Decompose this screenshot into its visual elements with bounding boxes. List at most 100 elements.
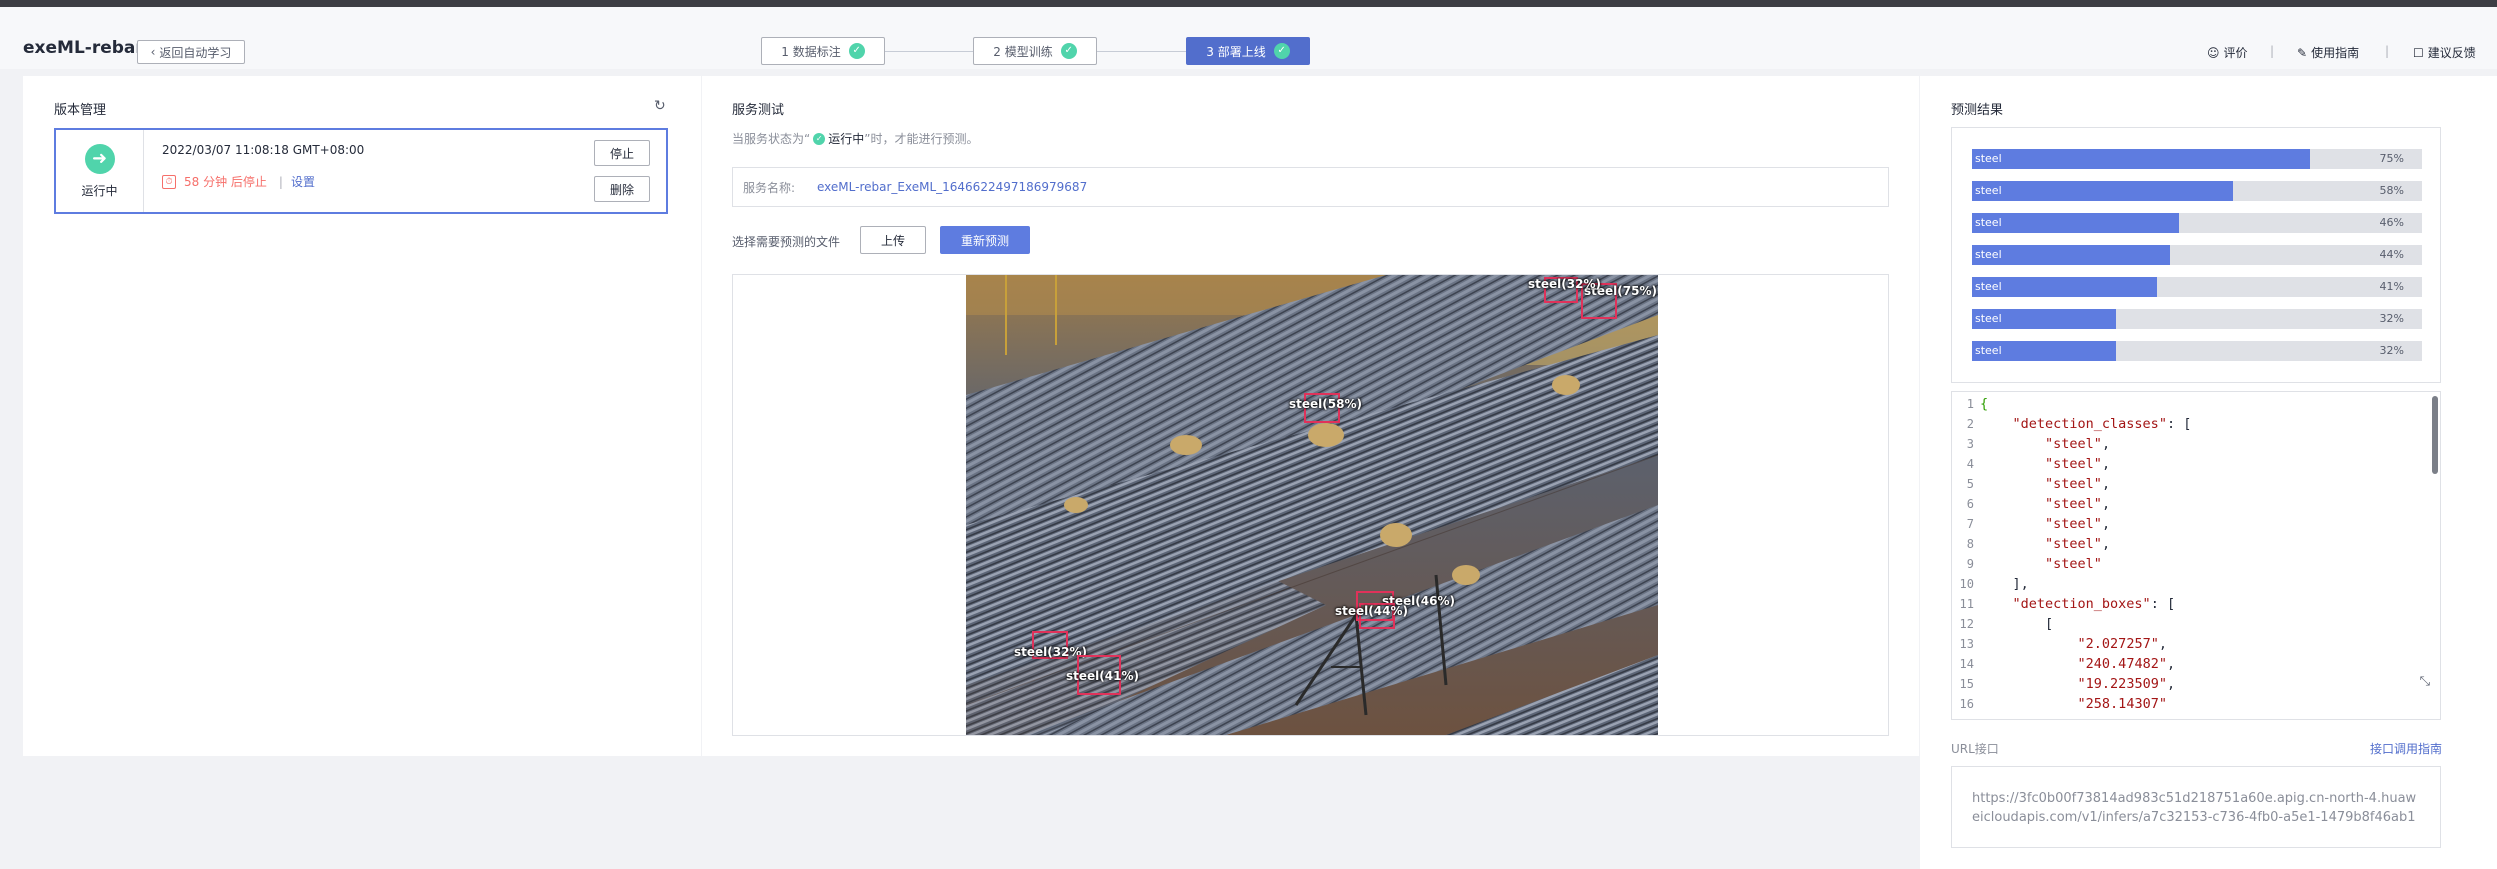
confidence-bars: steel 75% steel 58% steel 46% steel 44% … <box>1951 127 2441 383</box>
code-line: 10 ], <box>1952 576 2422 596</box>
stop-button[interactable]: 停止 <box>594 140 650 166</box>
detection-label: steel(58%) <box>1289 397 1362 411</box>
code-text: "2.027257", <box>2077 636 2167 652</box>
bar-class-label: steel <box>1975 312 2002 325</box>
check-circle-icon: ✓ <box>813 132 826 145</box>
detection-label: steel(41%) <box>1066 669 1139 683</box>
step-deploy[interactable]: 3 部署上线 ✓ <box>1186 37 1310 65</box>
code-line: 7 "steel", <box>1952 516 2422 536</box>
settings-link[interactable]: 设置 <box>291 173 315 190</box>
step-label: 3 部署上线 <box>1206 44 1266 59</box>
smile-icon: ☺ <box>2207 45 2220 60</box>
step-label: 2 模型训练 <box>993 44 1053 59</box>
bar-percent: 32% <box>2379 344 2404 357</box>
line-number: 3 <box>1966 437 1974 451</box>
code-text: ], <box>1980 576 2029 592</box>
code-text: "258.14307" <box>2077 696 2167 712</box>
results-panel-title: 预测结果 <box>1951 103 2004 118</box>
bar-percent: 75% <box>2379 152 2404 165</box>
predict-again-button[interactable]: 重新预测 <box>940 226 1030 254</box>
confidence-bar: steel 58% <box>1972 181 2422 201</box>
code-line: 1{ <box>1952 396 2422 416</box>
detection-label: steel(32%) <box>1528 277 1601 291</box>
code-line: 15 "19.223509", <box>1952 676 2422 696</box>
line-number: 4 <box>1966 457 1974 471</box>
check-circle-icon: ✓ <box>1273 43 1290 59</box>
app-title: exeML-rebar <box>23 38 144 58</box>
confidence-bar-fill <box>1972 149 2310 169</box>
feedback-icon: ☐ <box>2413 45 2424 60</box>
back-to-automl-button[interactable]: ‹ 返回自动学习 <box>137 40 245 64</box>
bar-class-label: steel <box>1975 216 2002 229</box>
bar-class-label: steel <box>1975 184 2002 197</box>
line-number: 2 <box>1966 417 1974 431</box>
confidence-bar: steel 32% <box>1972 341 2422 361</box>
confidence-bar-fill <box>1972 213 2179 233</box>
guide-link[interactable]: ✎ 使用指南 <box>2297 44 2359 61</box>
service-panel-title: 服务测试 <box>732 103 785 118</box>
delete-button[interactable]: 删除 <box>594 176 650 202</box>
version-panel-title: 版本管理 <box>54 103 107 118</box>
refresh-icon[interactable]: ↻ <box>654 98 666 114</box>
json-result-viewer[interactable]: 1{2 "detection_classes": [3 "steel", 4 "s… <box>1951 391 2441 720</box>
code-text: "steel" <box>2045 556 2102 572</box>
header-bar: exeML-rebar ‹ 返回自动学习 1 数据标注 ✓ 2 模型训练 ✓ 3… <box>0 7 2497 69</box>
line-number: 14 <box>1959 657 1974 671</box>
feedback-link-label: 建议反馈 <box>2427 46 2476 60</box>
code-line: 4 "steel", <box>1952 456 2422 476</box>
feedback-link[interactable]: ☐ 建议反馈 <box>2413 44 2476 61</box>
countdown-separator: | <box>278 174 283 189</box>
rate-link[interactable]: ☺ 评价 <box>2207 44 2248 61</box>
code-text: "240.47482", <box>2077 656 2176 672</box>
confidence-bar: steel 44% <box>1972 245 2422 265</box>
step-data-labeling[interactable]: 1 数据标注 ✓ <box>761 37 885 65</box>
code-line: 6 "steel", <box>1952 496 2422 516</box>
arrow-right-circle-icon: ➜ <box>84 143 115 174</box>
code-text: { <box>1980 396 1989 412</box>
detection-label: steel(44%) <box>1335 604 1408 618</box>
code-line: 9 "steel" <box>1952 556 2422 576</box>
hint-status: 运行中 <box>828 132 865 146</box>
code-line: 16 "258.14307" <box>1952 696 2422 716</box>
rebar-photo: steel(75%) steel(32%) steel(58%) steel(4… <box>966 275 1658 735</box>
service-name-field: 服务名称: exeML-rebar_ExeML_1646622497186979… <box>732 167 1889 207</box>
chevron-left-icon: ‹ <box>150 45 156 59</box>
rebar-photo-svg <box>966 275 1658 735</box>
code-line: 11 "detection_boxes": [ <box>1952 596 2422 616</box>
line-number: 9 <box>1966 557 1974 571</box>
code-scrollbar[interactable] <box>2432 396 2438 474</box>
confidence-bar-fill <box>1972 181 2233 201</box>
step-model-training[interactable]: 2 模型训练 ✓ <box>973 37 1097 65</box>
line-number: 1 <box>1966 397 1974 411</box>
version-status: ➜ 运行中 <box>56 130 144 212</box>
api-url-field[interactable]: https://3fc0b00f73814ad983c51d218751a60e… <box>1951 766 2441 848</box>
confidence-bar: steel 75% <box>1972 149 2422 169</box>
step-connector <box>1097 51 1186 52</box>
code-line: 8 "steel", <box>1952 536 2422 556</box>
code-text: "detection_boxes": [ <box>2012 596 2176 612</box>
code-line: 2 "detection_classes": [ <box>1952 416 2422 436</box>
step-label: 1 数据标注 <box>781 44 841 59</box>
step-connector <box>885 51 973 52</box>
expand-icon[interactable]: ⤡ <box>2420 674 2430 689</box>
api-guide-link[interactable]: 接口调用指南 <box>2370 740 2442 757</box>
line-number: 7 <box>1966 517 1974 531</box>
file-select-label: 选择需要预测的文件 <box>732 235 841 249</box>
bar-class-label: steel <box>1975 248 2002 261</box>
prediction-image-frame: steel(75%) steel(32%) steel(58%) steel(4… <box>732 274 1889 736</box>
book-icon: ✎ <box>2297 45 2308 60</box>
hint-suffix: ”时，才能进行预测。 <box>864 132 979 146</box>
line-number: 12 <box>1959 617 1974 631</box>
service-name-value[interactable]: exeML-rebar_ExeML_1646622497186979687 <box>817 180 1087 194</box>
bar-percent: 58% <box>2379 184 2404 197</box>
bar-percent: 32% <box>2379 312 2404 325</box>
header-separator: | <box>2270 44 2275 58</box>
code-line: 12 [ <box>1952 616 2422 636</box>
code-text: "steel", <box>2045 536 2111 552</box>
upload-button[interactable]: 上传 <box>860 226 926 254</box>
code-text: "detection_classes": [ <box>2012 416 2192 432</box>
confidence-bar: steel 46% <box>1972 213 2422 233</box>
line-number: 16 <box>1959 697 1974 711</box>
version-card[interactable]: ➜ 运行中 2022/03/07 11:08:18 GMT+08:00 ⏱ 58… <box>54 128 668 214</box>
bar-percent: 41% <box>2379 280 2404 293</box>
